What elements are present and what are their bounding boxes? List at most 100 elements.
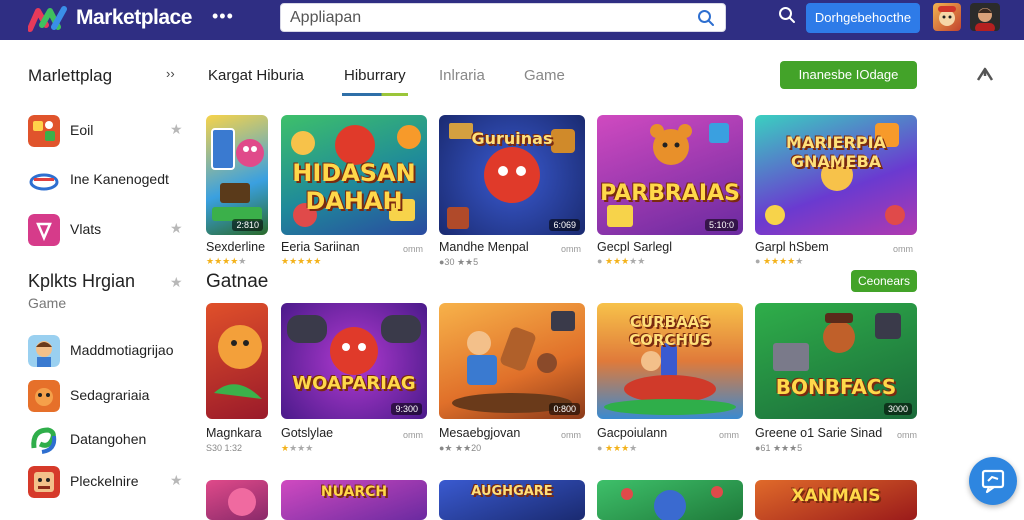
star-icon[interactable]: ★ — [170, 274, 183, 291]
active-tab-indicator — [342, 93, 408, 96]
game-art-title: AUGHGARE — [471, 484, 553, 499]
user-avatar[interactable] — [970, 3, 1000, 31]
tab-hiburrary[interactable]: Hiburrary — [344, 67, 406, 84]
game-art-icon — [607, 123, 729, 227]
share-icon[interactable] — [976, 66, 994, 84]
rating-stars: ● ★★★★★ — [597, 256, 646, 266]
section-title-games: Gatnae — [206, 271, 269, 292]
game-card[interactable]: Guruinas 6:069 Mandhe Menpal omm ●30 ★★5 — [439, 115, 585, 267]
game-art-icon — [211, 128, 264, 221]
sidebar-section-subtitle: Game — [28, 295, 67, 311]
rating-text: ●30 ★★5 — [439, 257, 479, 267]
star-icon[interactable]: ★ — [170, 121, 183, 138]
top-nav-bar: Marketplace ••• Dorhgebehocthe — [0, 0, 1024, 40]
sidebar-item-kanenogedt[interactable]: Ine Kanenogedt — [28, 164, 188, 196]
game-art-title: XANMAIS — [791, 486, 881, 506]
sidebar-item-label: Maddmotiagrijao — [70, 342, 174, 358]
collapse-chevron-icon[interactable]: ›› — [166, 66, 175, 81]
game-thumbnail[interactable]: CURBAAS CORCHUS — [597, 303, 743, 419]
game-card[interactable]: Magnkara S30 1:32 — [206, 303, 268, 453]
chat-fab-button[interactable] — [969, 457, 1017, 505]
game-card[interactable]: 0:800 Mesaebgjovan omm ●★ ★★20 — [439, 303, 585, 453]
game-thumbnail[interactable] — [206, 480, 268, 520]
search-bar[interactable] — [280, 3, 726, 32]
header-action-button[interactable]: Dorhgebehocthe — [806, 3, 920, 33]
game-card[interactable]: WOAPARIAG 9:300 Gotslylae omm ★★★★ — [281, 303, 427, 453]
brand-name[interactable]: Marketplace — [76, 6, 192, 30]
more-menu-icon[interactable]: ••• — [212, 6, 234, 27]
header-search-icon[interactable] — [778, 6, 796, 24]
game-card[interactable]: HIDASAN DAHAH Eeria Sariinan omm ★★★★★ — [281, 115, 427, 266]
sidebar-item-sedagrariaia[interactable]: Sedagrariaia — [28, 380, 188, 412]
star-icon[interactable]: ★ — [170, 472, 183, 489]
price-tag: 0:800 — [549, 403, 580, 415]
primary-action-button[interactable]: Inanesbe IOdage — [780, 61, 917, 89]
game-card[interactable]: 2:810 Sexderline ★★★★★ — [206, 115, 268, 266]
game-title[interactable]: Mesaebgjovan — [439, 426, 520, 440]
game-title[interactable]: Greene o1 Sarie Sinad — [755, 426, 882, 440]
game-art-icon — [452, 311, 575, 413]
search-icon[interactable] — [697, 9, 715, 27]
game-art-icon — [214, 325, 262, 399]
game-thumbnail[interactable] — [597, 480, 743, 520]
game-meta: omm — [561, 430, 581, 440]
sidebar-section-title: Kplkts Hrgian — [28, 271, 136, 291]
game-card[interactable]: CURBAAS CORCHUS Gacpoiulann omm ● ★★★★ — [597, 303, 743, 453]
cloud-icon — [29, 173, 59, 191]
game-thumbnail[interactable]: 0:800 — [439, 303, 585, 419]
sidebar-item-pleckelnire[interactable]: Pleckelnire ★ — [28, 466, 188, 498]
game-thumbnail[interactable]: 2:810 — [206, 115, 268, 235]
brand-logo-icon[interactable] — [28, 5, 68, 33]
game-art-title: CURBAAS CORCHUS — [629, 313, 711, 349]
game-meta: omm — [561, 244, 581, 254]
game-meta: omm — [403, 430, 423, 440]
sidebar-item-label: Vlats — [70, 221, 102, 237]
game-thumbnail[interactable] — [206, 303, 268, 419]
tab-kargat-hiburia[interactable]: Kargat Hiburia — [208, 67, 304, 84]
game-card[interactable]: PARBRAIAS 5:10:0 Gecpl Sarlegl ● ★★★★★ — [597, 115, 743, 266]
game-title[interactable]: Mandhe Menpal — [439, 240, 529, 254]
game-thumbnail[interactable]: MARIERPIA GNAMEBA — [755, 115, 917, 235]
game-title[interactable]: Garpl hSbem — [755, 240, 829, 254]
notifications-avatar[interactable] — [933, 3, 961, 31]
game-title[interactable]: Gecpl Sarlegl — [597, 240, 672, 254]
game-thumbnail[interactable]: AUGHGARE — [439, 480, 585, 520]
game-thumbnail[interactable]: XANMAIS — [755, 480, 917, 520]
sidebar-item-eoil[interactable]: Eoil ★ — [28, 115, 188, 147]
rating-stars: ★★★★ — [281, 443, 314, 453]
tab-game[interactable]: Game — [524, 67, 565, 84]
game-card[interactable]: BONBFACS 3000 Greene o1 Sarie Sinad omm … — [755, 303, 917, 453]
sidebar-item-maddmotiagrijao[interactable]: Maddmotiagrijao — [28, 335, 188, 367]
sidebar-item-datangohen[interactable]: Datangohen — [28, 424, 188, 456]
game-title[interactable]: Sexderline — [206, 240, 265, 254]
star-icon[interactable]: ★ — [170, 220, 183, 237]
game-thumbnail[interactable]: BONBFACS 3000 — [755, 303, 917, 419]
game-card[interactable]: MARIERPIA GNAMEBA Garpl hSbem omm ● ★★★★… — [755, 115, 917, 266]
tab-inlraria[interactable]: Inlraria — [439, 67, 485, 84]
game-art-icon — [773, 313, 901, 371]
rating-text: ●61 ★★★5 — [755, 443, 803, 453]
game-meta: omm — [897, 430, 917, 440]
rating-stars: ● ★★★★ — [597, 443, 638, 453]
price-tag: 2:810 — [232, 219, 263, 231]
game-art-title: MARIERPIA GNAMEBA — [786, 133, 886, 171]
game-thumbnail[interactable]: Guruinas 6:069 — [439, 115, 585, 235]
game-art-title: PARBRAIAS — [600, 181, 740, 206]
game-thumbnail[interactable]: PARBRAIAS 5:10:0 — [597, 115, 743, 235]
game-title[interactable]: Gacpoiulann — [597, 426, 667, 440]
rating-stars: ★★★★★ — [281, 256, 322, 266]
game-thumbnail[interactable]: WOAPARIAG 9:300 — [281, 303, 427, 419]
game-title[interactable]: Magnkara — [206, 426, 262, 440]
game-title[interactable]: Eeria Sariinan — [281, 240, 360, 254]
game-meta: omm — [893, 244, 913, 254]
search-input[interactable] — [290, 9, 680, 27]
game-art-icon — [287, 315, 421, 375]
sidebar-item-label: Sedagrariaia — [70, 387, 150, 403]
game-icon — [28, 115, 60, 147]
swirl-icon — [31, 427, 57, 454]
game-thumbnail[interactable]: HIDASAN DAHAH — [281, 115, 427, 235]
sidebar-item-vlats[interactable]: Vlats ★ — [28, 214, 188, 246]
game-thumbnail[interactable]: NUARCH — [281, 480, 427, 520]
section-view-button[interactable]: Ceonears — [851, 270, 917, 292]
game-title[interactable]: Gotslylae — [281, 426, 333, 440]
